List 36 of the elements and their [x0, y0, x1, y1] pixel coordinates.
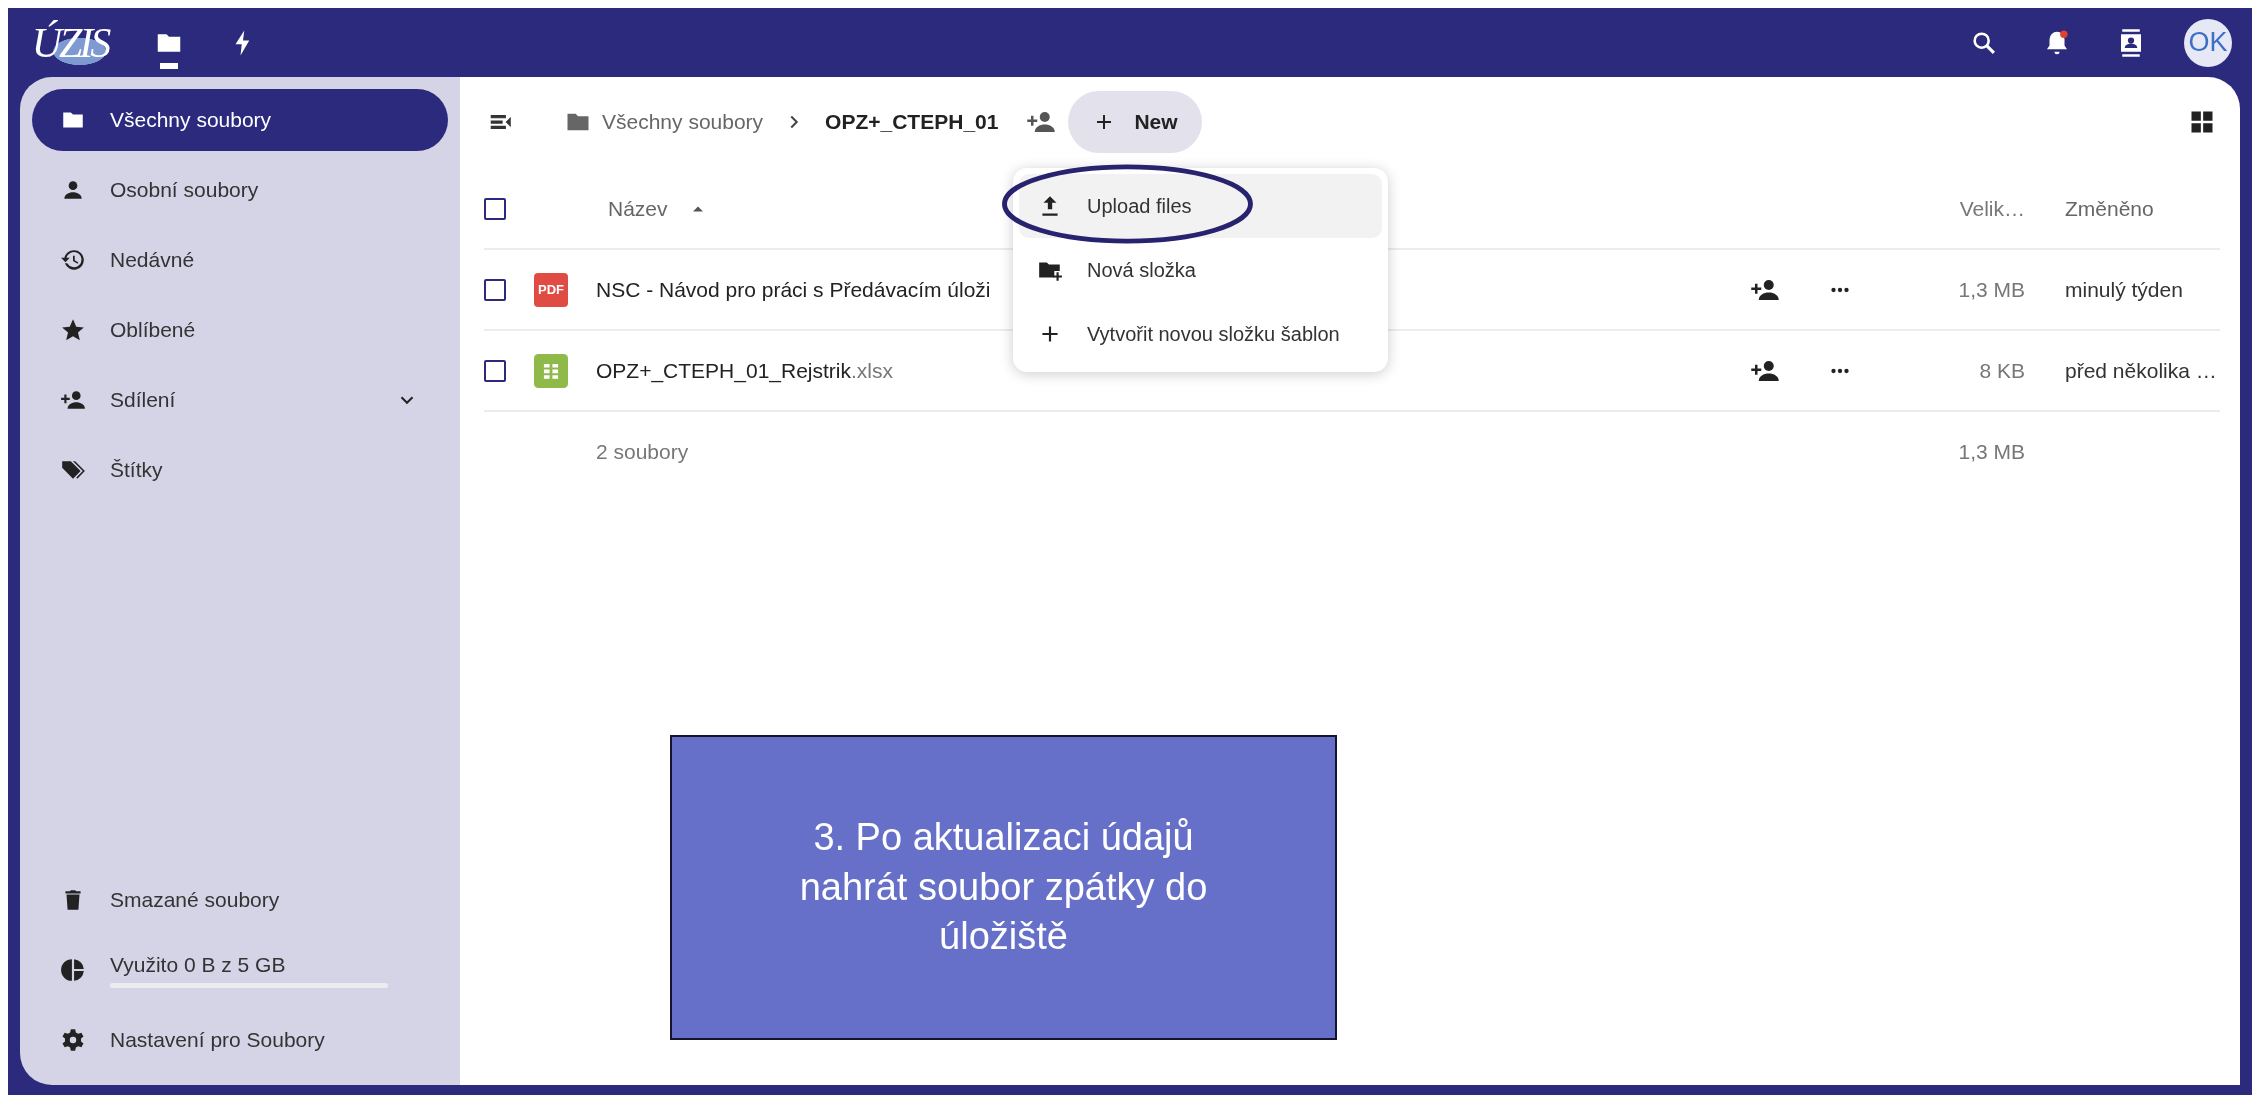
sidebar-item[interactable]: Štítky	[32, 439, 448, 501]
new-button[interactable]: New	[1068, 91, 1202, 153]
modified-date: minulý týden	[2064, 277, 2184, 302]
modified-column-header[interactable]: Změněno	[2030, 197, 2220, 221]
settings-icon	[60, 1027, 86, 1053]
select-all-checkbox[interactable]	[484, 198, 506, 220]
pie-chart-icon	[60, 957, 86, 983]
sidebar-item[interactable]: Všechny soubory	[32, 89, 448, 151]
file-size: 8 KB	[1979, 358, 2026, 383]
history-icon	[60, 247, 86, 273]
star-icon	[60, 317, 86, 343]
storage-item[interactable]: Využito 0 B z 5 GB	[32, 939, 448, 1001]
sidebar-item[interactable]: Osobní soubory	[32, 159, 448, 221]
row-checkbox[interactable]	[484, 278, 506, 301]
modified-date: před několika …	[2064, 358, 2218, 383]
storage-label: Využito 0 B z 5 GB	[110, 952, 287, 977]
row-checkbox[interactable]	[484, 359, 506, 382]
total-size: 1,3 MB	[1958, 440, 2026, 464]
sidebar-item[interactable]: Nedávné	[32, 229, 448, 291]
size-column-header[interactable]: Velik…	[1959, 197, 2030, 221]
menu-item[interactable]: Upload files	[1019, 174, 1382, 238]
breadcrumb[interactable]: Všechny soubory	[602, 110, 764, 134]
sidebar-item[interactable]: Sdílení	[32, 369, 448, 431]
callout-text: 3. Po aktualizaci údajů	[813, 815, 1194, 861]
pdf-file-icon: PDF	[534, 272, 568, 307]
spreadsheet-file-icon	[534, 353, 568, 388]
callout-text: nahrát soubor zpátky do	[799, 864, 1208, 910]
callout-text: úložiště	[939, 914, 1068, 960]
name-column-header[interactable]: Název	[608, 197, 668, 221]
sidebar-item[interactable]: Nastavení pro Soubory	[32, 1009, 448, 1071]
sidebar-item[interactable]: Oblíbené	[32, 299, 448, 361]
file-size: 1,3 MB	[1958, 277, 2026, 302]
user-avatar[interactable]: OK	[2184, 18, 2232, 67]
breadcrumb[interactable]: OPZ+_CTEPH_01	[825, 110, 999, 134]
file-count: 2 soubory	[595, 440, 690, 464]
sidebar-item[interactable]: Smazané soubory	[32, 869, 448, 931]
